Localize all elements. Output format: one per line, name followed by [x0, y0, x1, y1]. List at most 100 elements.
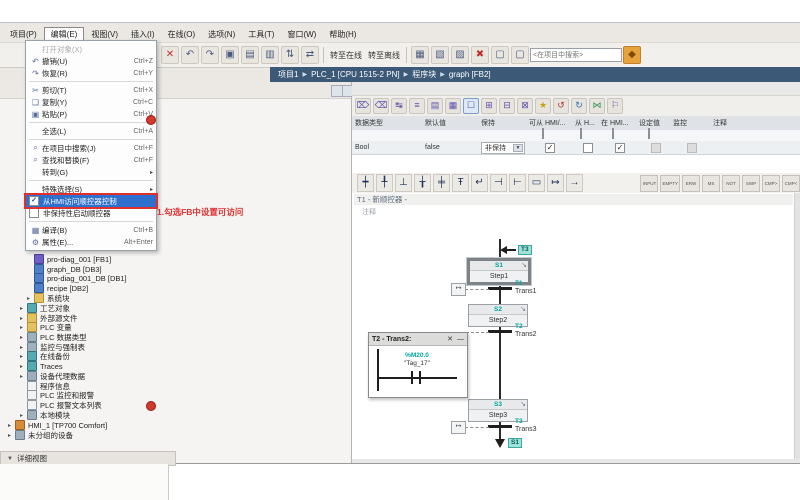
- transition-name[interactable]: Trans1: [515, 288, 537, 295]
- cell-retain[interactable]: 非保持▼: [478, 141, 530, 155]
- empty-box-icon[interactable]: ▭: [528, 174, 545, 192]
- step-actions-icon[interactable]: ↘: [521, 261, 527, 269]
- step-icon[interactable]: ╀: [376, 174, 393, 192]
- absolute-symbolic-icon[interactable]: ≡: [409, 98, 425, 114]
- column-header-hmi-access[interactable]: 可从 HMI/...: [526, 116, 576, 131]
- transition-icon[interactable]: ⊥: [395, 174, 412, 192]
- cell-default-value[interactable]: false: [422, 141, 482, 155]
- jump-icon[interactable]: ↵: [471, 174, 488, 192]
- jump-target-label[interactable]: S1: [508, 438, 522, 448]
- erw-instruction-button[interactable]: ERW: [682, 175, 700, 192]
- window1-icon[interactable]: ▢: [491, 46, 509, 64]
- rename-icon[interactable]: ↹: [391, 98, 407, 114]
- expand-all-icon[interactable]: ⊞: [481, 98, 497, 114]
- tree-item-system-blocks[interactable]: ▸系统块: [27, 293, 70, 303]
- compile-icon[interactable]: ▦: [411, 46, 429, 64]
- menu-insert[interactable]: 插入(I): [125, 28, 161, 41]
- library-icon[interactable]: ▤: [241, 46, 259, 64]
- contact-tag-name[interactable]: "Tag_17": [385, 360, 449, 367]
- monitor-icon[interactable]: ▨: [451, 46, 469, 64]
- checkbox[interactable]: [580, 128, 582, 139]
- menu-item-open-object[interactable]: 打开对象(X): [26, 43, 156, 55]
- transition-network-window[interactable]: T2 - Trans2: ✕ — %M20.0 "Tag_17": [368, 332, 468, 398]
- column-header-setpoint[interactable]: 设定值: [636, 116, 674, 131]
- swap-instruction-button[interactable]: SWP: [742, 175, 760, 192]
- step-actions-icon[interactable]: ↘: [520, 400, 526, 408]
- cmp-lt-instruction-button[interactable]: CMP<: [782, 175, 800, 192]
- open-transition-icon[interactable]: ↦: [451, 421, 466, 434]
- menu-item-undo[interactable]: ↶撤销(U)Ctrl+Z: [26, 55, 156, 67]
- tree-item-ungrouped-devices[interactable]: ▸未分组的设备: [8, 430, 73, 440]
- collapse-all-icon[interactable]: ⊟: [499, 98, 515, 114]
- transition-t2[interactable]: [488, 330, 512, 333]
- transition-t1[interactable]: [488, 287, 512, 290]
- menu-item-hmi-access[interactable]: ✓从HMI访问顺控器控制: [26, 195, 156, 207]
- arrow-right-icon[interactable]: ↦: [547, 174, 564, 192]
- cell-setpoint[interactable]: [636, 141, 674, 155]
- menu-item-compile[interactable]: ▦编译(B)Ctrl+B: [26, 224, 156, 236]
- undo-icon[interactable]: ↶: [181, 46, 199, 64]
- ms-instruction-button[interactable]: MS: [702, 175, 720, 192]
- tree-item-plc-tags[interactable]: ▸PLC 变量: [20, 322, 72, 332]
- breadcrumb-project[interactable]: 项目1: [278, 69, 298, 80]
- canvas-scrollbar[interactable]: [794, 193, 800, 459]
- menu-window[interactable]: 窗口(W): [281, 28, 322, 41]
- transition-name[interactable]: Trans2: [515, 331, 537, 338]
- snapshot-icon[interactable]: ⋈: [589, 98, 605, 114]
- step-actions-icon[interactable]: ↘: [520, 305, 526, 313]
- not-instruction-button[interactable]: NOT: [722, 175, 740, 192]
- menu-tools[interactable]: 工具(T): [242, 28, 280, 41]
- cell-datatype[interactable]: Bool: [352, 141, 426, 155]
- column-header-datatype[interactable]: 数据类型: [352, 116, 426, 131]
- cell-hmi-visible[interactable]: [598, 141, 640, 155]
- monitor-on-icon[interactable]: ↺: [553, 98, 569, 114]
- open-transition-icon[interactable]: ↦: [451, 283, 466, 296]
- menu-options[interactable]: 选项(N): [202, 28, 241, 41]
- menu-item-select-all[interactable]: 全选(L)Ctrl+A: [26, 125, 156, 137]
- column-header-hmi-visible[interactable]: 在 HMI...: [598, 116, 640, 131]
- tree-item-db[interactable]: recipe [DB2]: [34, 283, 88, 293]
- menu-item-nonretain[interactable]: 非保持性启动顺控器: [26, 207, 156, 219]
- transition-name[interactable]: Trans3: [515, 426, 537, 433]
- tree-item-fb[interactable]: pro-diag_001 [FB1]: [34, 254, 111, 264]
- tree-item-device-proxy[interactable]: ▸设备代理数据: [20, 371, 85, 381]
- graph-view-icon[interactable]: ☐: [463, 98, 479, 114]
- sequencer-comment[interactable]: 注释: [362, 207, 376, 217]
- insert-network-icon[interactable]: ⌦: [355, 98, 371, 114]
- menu-item-goto[interactable]: 转到(G)▸: [26, 166, 156, 178]
- lad-view-icon[interactable]: ▤: [427, 98, 443, 114]
- contact-operand[interactable]: %M20.0: [385, 352, 449, 359]
- connector-icon[interactable]: →: [566, 174, 583, 192]
- settings-icon[interactable]: ⚐: [607, 98, 623, 114]
- entry-jump-label[interactable]: T3: [518, 245, 532, 255]
- transition-t3[interactable]: [488, 425, 512, 428]
- upload-icon[interactable]: ⇄: [301, 46, 319, 64]
- sequencer-canvas[interactable]: T1 - 新顺控器 - 注释 T3 S1↘ Step1 T1 Trans1 ↦ …: [352, 193, 794, 459]
- column-header-supervision[interactable]: 监控: [670, 116, 714, 131]
- column-header-default[interactable]: 默认值: [422, 116, 482, 131]
- tree-item-plc-datatypes[interactable]: ▸PLC 数据类型: [20, 332, 87, 342]
- delete-icon[interactable]: ⌫: [373, 98, 389, 114]
- close-icon[interactable]: ✕: [447, 335, 453, 343]
- download-icon[interactable]: ⇅: [281, 46, 299, 64]
- simultaneous-branch-icon[interactable]: ╪: [433, 174, 450, 192]
- menu-item-search-in-project[interactable]: ⌕在项目中搜索(J)Ctrl+F: [26, 142, 156, 154]
- menu-help[interactable]: 帮助(H): [323, 28, 362, 41]
- cell-supervision[interactable]: [670, 141, 714, 155]
- alternative-branch-icon[interactable]: Ŧ: [452, 174, 469, 192]
- go-online-button[interactable]: 转至在线: [330, 50, 362, 61]
- step-transition-icon[interactable]: ┿: [357, 174, 374, 192]
- minimize-icon[interactable]: —: [457, 336, 464, 343]
- menu-view[interactable]: 视图(V): [85, 28, 124, 41]
- menu-item-special-select[interactable]: 特殊选择(S)▸: [26, 183, 156, 195]
- cell-hmi-access[interactable]: [526, 141, 576, 155]
- breadcrumb-program-blocks[interactable]: 程序块: [412, 69, 436, 80]
- menu-online[interactable]: 在线(O): [162, 28, 202, 41]
- empty-instruction-button[interactable]: EMPTY: [660, 175, 680, 192]
- close-icon[interactable]: ✕: [161, 46, 179, 64]
- search-input[interactable]: [530, 48, 622, 62]
- go-offline-button[interactable]: 转至离线: [368, 50, 400, 61]
- stop-icon[interactable]: ✖: [471, 46, 489, 64]
- open-contact-icon[interactable]: ⊣: [490, 174, 507, 192]
- tree-item-plc-alarms[interactable]: PLC 监控和报警: [27, 390, 94, 400]
